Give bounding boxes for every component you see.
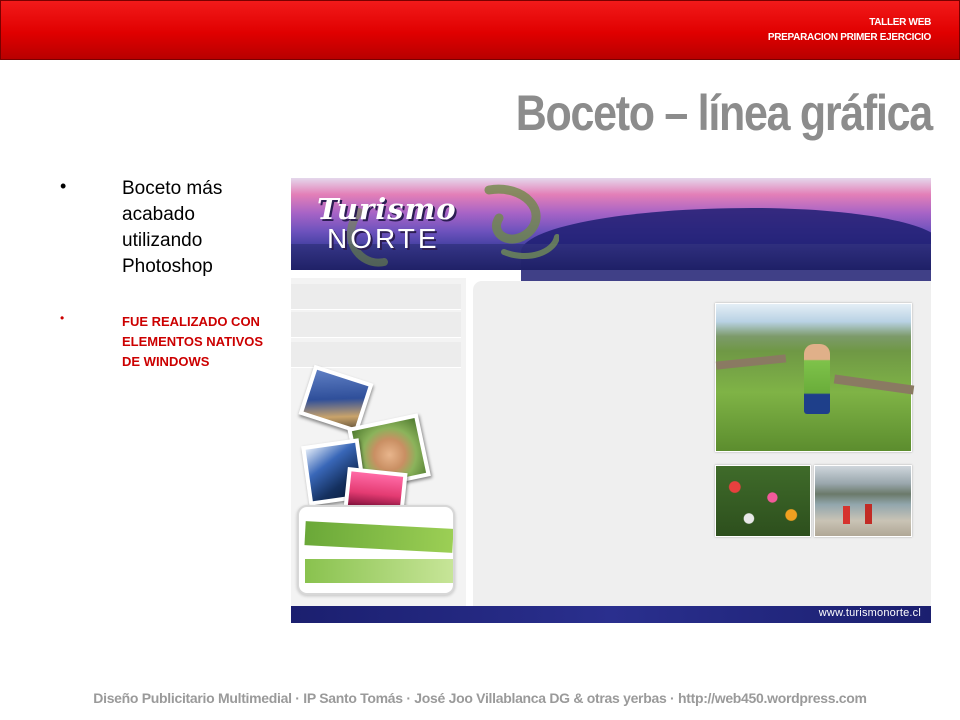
photo-flowers bbox=[715, 465, 811, 537]
bullet-dot: • bbox=[60, 176, 67, 196]
green-stripe bbox=[305, 559, 453, 583]
header-line-1: TALLER WEB bbox=[869, 17, 931, 28]
mockup-nav-item[interactable] bbox=[291, 284, 461, 310]
slide-title: Boceto – línea gráfica bbox=[515, 85, 933, 141]
logo-turismo: Turismo bbox=[317, 192, 457, 226]
mockup-url[interactable]: www.turismonorte.cl bbox=[819, 607, 921, 619]
child-figure bbox=[865, 504, 872, 524]
logo-norte: NORTE bbox=[327, 223, 440, 254]
child-figure bbox=[804, 344, 830, 414]
bullet-text-1: Boceto más acabado utilizando Photoshop bbox=[122, 178, 223, 277]
photo-beach bbox=[814, 465, 912, 537]
photo-child-in-field bbox=[715, 303, 915, 452]
child-figure bbox=[843, 506, 850, 524]
log bbox=[715, 354, 787, 370]
bullet-item-1: • Boceto más acabado utilizando Photosho… bbox=[60, 176, 250, 280]
slide-footer: Diseño Publicitario Multimedial · IP San… bbox=[93, 690, 867, 706]
mockup-nav-item[interactable] bbox=[291, 342, 461, 368]
header-line-2: PREPARACION PRIMER EJERCICIO bbox=[767, 32, 931, 43]
mockup-footer-bar: www.turismonorte.cl bbox=[291, 606, 931, 623]
bullet-text-2: FUE REALIZADO CON ELEMENTOS NATIVOS DE W… bbox=[122, 314, 264, 369]
website-mockup: Turismo NORTE www.turismonorte.cl bbox=[291, 178, 931, 623]
mockup-header-banner: Turismo NORTE bbox=[291, 178, 931, 288]
header-bar: TALLER WEB PREPARACION PRIMER EJERCICIO bbox=[0, 0, 960, 60]
green-banner-box bbox=[297, 505, 455, 595]
bullet-dot: • bbox=[60, 311, 65, 325]
mockup-content-panel bbox=[473, 281, 931, 606]
green-stripe bbox=[304, 521, 453, 553]
bullet-item-2: • FUE REALIZADO CON ELEMENTOS NATIVOS DE… bbox=[60, 311, 280, 372]
log bbox=[833, 374, 915, 395]
header-text: TALLER WEB PREPARACION PRIMER EJERCICIO bbox=[768, 15, 931, 45]
mockup-nav-item[interactable] bbox=[291, 312, 461, 338]
